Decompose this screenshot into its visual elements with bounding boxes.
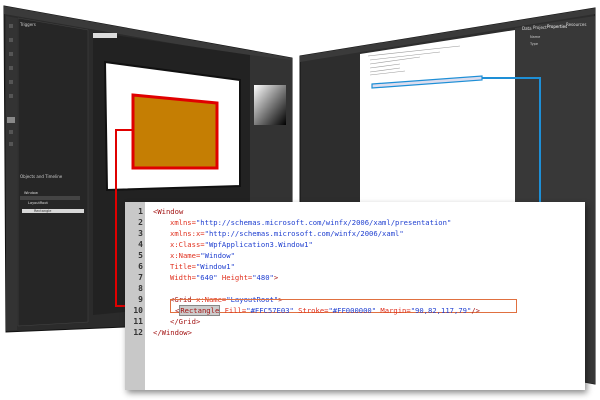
tab-resources[interactable]: Resources — [566, 22, 586, 27]
orange-rectangle[interactable] — [131, 93, 219, 170]
line-number: 6 — [138, 262, 143, 271]
tree-item-rectangle[interactable] — [22, 209, 84, 213]
code-line-4: x:Class="WpfApplication3.Window1" — [170, 240, 313, 249]
code-line-12: </Window> — [153, 328, 192, 337]
objects-timeline-title: Objects and Timeline — [20, 174, 63, 179]
code-line-11: </Grid> — [170, 317, 201, 326]
code-line-2: xmlns="http://schemas.microsoft.com/winf… — [170, 218, 452, 227]
line-number: 5 — [138, 251, 143, 260]
line-number: 1 — [138, 207, 143, 216]
document-tab[interactable] — [93, 33, 117, 38]
line-number: 3 — [138, 229, 143, 238]
line-number: 8 — [138, 284, 143, 293]
code-line-6: Title="Window1" — [170, 262, 235, 271]
line-number: 12 — [133, 328, 143, 337]
line-number: 10 — [133, 306, 143, 315]
tree-item-window[interactable]: Window — [24, 191, 38, 195]
line-number: 2 — [138, 218, 143, 227]
name-label: Name — [530, 35, 540, 39]
code-line-7: Width="640" Height="480"> — [170, 273, 279, 282]
tab-properties[interactable]: Properties — [547, 24, 567, 29]
svg-text:Rectangle: Rectangle — [34, 209, 51, 213]
tab-data[interactable]: Data — [522, 26, 532, 31]
tree-item-layoutroot[interactable]: LayoutRoot — [28, 201, 48, 205]
triggers-panel-title: Triggers — [19, 22, 36, 27]
line-number: 11 — [133, 317, 143, 326]
code-line-10[interactable]: <Rectangle Fill="#FFC57E03" Stroke="#FF0… — [175, 305, 480, 316]
type-label: Type — [529, 42, 538, 46]
line-number: 4 — [138, 240, 143, 249]
code-line-1: <Window — [153, 207, 184, 216]
code-line-3: xmlns:x="http://schemas.microsoft.com/wi… — [170, 229, 404, 238]
line-number: 9 — [138, 295, 143, 304]
line-number: 7 — [138, 273, 143, 282]
xaml-editor[interactable] — [360, 30, 515, 210]
tab-project[interactable]: Project — [533, 25, 547, 30]
code-editor-zoom: 1 2 3 4 5 6 7 8 9 10 11 12 <Window xmlns… — [125, 202, 585, 390]
code-line-5: x:Name="Window" — [170, 251, 235, 260]
